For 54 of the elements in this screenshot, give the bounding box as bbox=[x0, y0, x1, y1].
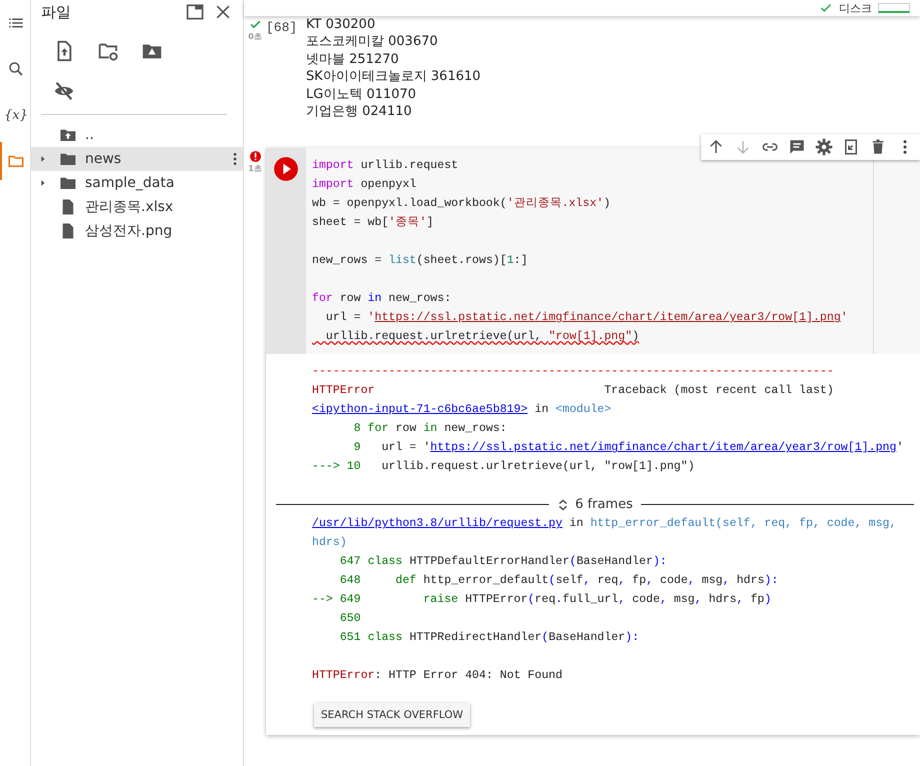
link[interactable]: https://ssl.pstatic.net/imgfinance/chart/item/area/year3/row[1].png bbox=[430, 441, 896, 454]
expand-frames-toggle[interactable]: 6 frames bbox=[557, 495, 633, 514]
traceback-line: 647 class HTTPDefaultErrorHandler(BaseHandler): bbox=[338, 554, 668, 570]
traceback-line: 650 bbox=[338, 611, 362, 628]
traceback-line: HTTPError: HTTP Error 404: Not Found bbox=[312, 668, 564, 684]
traceback-line: /usr/lib/python3.8/urllib/request.py in http_error_default(self, req, fp, code, msg, hdrs) bbox=[312, 516, 898, 552]
search-stack-overflow-button[interactable]: SEARCH STACK OVERFLOW bbox=[314, 703, 470, 728]
panel-title: 파일 bbox=[41, 2, 72, 22]
code-line: for row in new_rows: bbox=[312, 291, 452, 308]
file-tree-item[interactable]: sample_data bbox=[31, 171, 243, 195]
file-tree-item[interactable]: 관리종목.xlsx bbox=[31, 195, 243, 219]
code-line: url = 'https://ssl.pstatic.net/imgfinance/chart/item/area/year3/row[1].png' bbox=[324, 310, 849, 326]
disk-label: 디스크 bbox=[839, 0, 872, 16]
link[interactable]: /usr/lib/python3.8/urllib/request.py bbox=[312, 517, 562, 530]
file-tree-item[interactable]: .. bbox=[31, 123, 243, 147]
run-button[interactable] bbox=[273, 156, 299, 182]
output-line: 포스코케미칼 003670 bbox=[306, 33, 439, 51]
traceback-line: ---> 10 urllib.request.urlretrieve(url, "row[1].png") bbox=[312, 459, 696, 476]
code-line: urllib.request.urlretrieve(url, "row[1].png") bbox=[324, 329, 640, 346]
traceback-line: 648 def http_error_default(self, req, fp, code, msg, hdrs): bbox=[338, 573, 780, 590]
output-line: LG이노텍 011070 bbox=[306, 86, 418, 104]
chevron-updown-icon bbox=[557, 496, 570, 513]
file-tree-item[interactable]: 삼성전자.png bbox=[31, 219, 243, 243]
traceback-line: HTTPError Traceback (most recent call last) bbox=[312, 383, 835, 400]
run-time: 0초 bbox=[248, 31, 262, 42]
disk-meter bbox=[878, 3, 910, 13]
mirror-cell-icon[interactable] bbox=[842, 138, 860, 156]
code-line: new_rows = list(sheet.rows)[1:] bbox=[312, 253, 529, 270]
traceback-line: --> 649 raise HTTPError(req.full_url, code, msg, hdrs, fp) bbox=[312, 592, 772, 608]
traceback-line: 651 class HTTPRedirectHandler(BaseHandler): bbox=[338, 630, 640, 646]
code-line: sheet = wb['종목'] bbox=[312, 215, 434, 232]
hidden-eye-icon[interactable] bbox=[53, 80, 75, 102]
search-icon bbox=[7, 60, 25, 78]
output-line: 넷마블 251270 bbox=[306, 50, 400, 68]
comment-icon[interactable] bbox=[788, 138, 806, 156]
link[interactable]: https://ssl.pstatic.net/imgfinance/chart/item/area/year3/row[1].png bbox=[374, 311, 841, 324]
traceback-line: 9 url = 'https://ssl.pstatic.net/imgfinance/chart/item/area/year3/row[1].png' bbox=[352, 440, 904, 456]
code-line: import urllib.request bbox=[312, 158, 460, 174]
settings-icon[interactable] bbox=[815, 138, 833, 156]
traceback-line: <ipython-input-71-c6bc6ae5b819> in <module> bbox=[312, 402, 612, 418]
file-tree-item[interactable]: news bbox=[31, 147, 243, 171]
code-line: wb = openpyxl.load_workbook('관리종목.xlsx') bbox=[312, 196, 612, 212]
output-line: KT 030200 bbox=[306, 16, 376, 34]
traceback-line: --------------------------------------------------------------------------- bbox=[312, 364, 835, 380]
run-time: 1초 bbox=[248, 163, 262, 174]
output-line: 기업은행 024110 bbox=[306, 103, 413, 120]
link[interactable]: <ipython-input-71-c6bc6ae5b819> bbox=[312, 403, 528, 416]
execution-count: [68] bbox=[266, 19, 298, 37]
output-line: SK아이이테크놀로지 361610 bbox=[306, 68, 481, 86]
sidebar-tab[interactable]: {x} bbox=[0, 96, 30, 134]
code-line: import openpyxl bbox=[312, 177, 418, 194]
traceback-line: 8 for row in new_rows: bbox=[352, 421, 508, 438]
check-icon bbox=[819, 1, 833, 15]
window-icon[interactable] bbox=[185, 2, 205, 22]
